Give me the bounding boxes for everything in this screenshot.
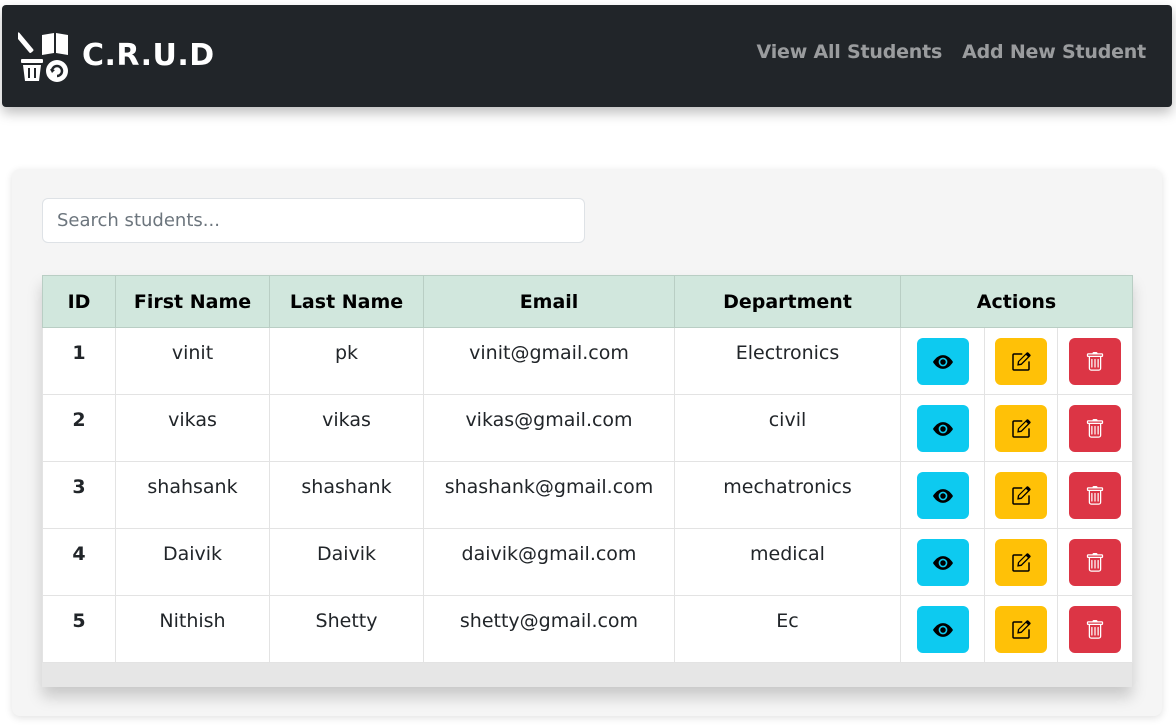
trash-icon (1086, 485, 1104, 505)
cell-delete-action (1056, 461, 1134, 529)
trash-icon (1086, 418, 1104, 438)
cell-delete-action (1056, 595, 1134, 663)
cell-department: Ec (674, 595, 901, 663)
edit-button[interactable] (995, 472, 1047, 519)
delete-button[interactable] (1069, 472, 1121, 519)
edit-button[interactable] (995, 539, 1047, 586)
cell-department: mechatronics (674, 461, 901, 529)
edit-button[interactable] (995, 338, 1047, 385)
trash-icon (1086, 619, 1104, 639)
header-id: ID (42, 275, 116, 328)
cell-last-name: Shetty (269, 595, 424, 663)
trash-icon (1086, 552, 1104, 572)
cell-id: 4 (42, 528, 116, 596)
cell-email: shetty@gmail.com (423, 595, 675, 663)
crud-logo-icon (18, 32, 68, 82)
eye-icon (932, 488, 953, 503)
cell-delete-action (1056, 327, 1134, 395)
cell-edit-action (984, 528, 1058, 596)
view-button[interactable] (916, 539, 969, 586)
cell-delete-action (1056, 528, 1134, 596)
table-row: 3 shahsank shashank shashank@gmail.com m… (42, 461, 1134, 529)
students-card: ID First Name Last Name Email Department… (12, 169, 1162, 716)
delete-button[interactable] (1069, 606, 1121, 653)
pencil-square-icon (1012, 351, 1031, 371)
cell-edit-action (984, 461, 1058, 529)
students-table: ID First Name Last Name Email Department… (42, 275, 1134, 663)
cell-id: 3 (42, 461, 116, 529)
header-actions: Actions (899, 275, 1134, 328)
view-button[interactable] (916, 405, 969, 452)
edit-button[interactable] (995, 405, 1047, 452)
edit-button[interactable] (995, 606, 1047, 653)
table-header-row: ID First Name Last Name Email Department… (42, 275, 1134, 328)
cell-first-name: vikas (115, 394, 270, 462)
view-button[interactable] (916, 606, 969, 653)
cell-first-name: Nithish (115, 595, 270, 663)
cell-view-action (900, 394, 985, 462)
trash-icon (1086, 351, 1104, 371)
table-row: 5 Nithish Shetty shetty@gmail.com Ec (42, 595, 1134, 663)
cell-first-name: shahsank (115, 461, 270, 529)
eye-icon (932, 555, 953, 570)
cell-edit-action (984, 595, 1058, 663)
cell-id: 1 (42, 327, 116, 395)
nav-links: View All Students Add New Student (757, 41, 1147, 63)
delete-button[interactable] (1069, 405, 1121, 452)
pencil-square-icon (1012, 418, 1031, 438)
cell-email: vikas@gmail.com (423, 394, 675, 462)
nav-link-view-all[interactable]: View All Students (757, 41, 943, 63)
table-row: 1 vinit pk vinit@gmail.com Electronics (42, 327, 1134, 395)
cell-view-action (900, 528, 985, 596)
eye-icon (932, 421, 953, 436)
cell-delete-action (1056, 394, 1134, 462)
table-row: 4 Daivik Daivik daivik@gmail.com medical (42, 528, 1134, 596)
header-first-name: First Name (115, 275, 270, 328)
cell-edit-action (984, 327, 1058, 395)
pencil-square-icon (1012, 552, 1031, 572)
cell-last-name: shashank (269, 461, 424, 529)
brand[interactable]: C.R.U.D (18, 29, 215, 83)
search-input[interactable] (42, 198, 585, 243)
pencil-square-icon (1012, 619, 1031, 639)
view-button[interactable] (916, 338, 969, 385)
cell-last-name: vikas (269, 394, 424, 462)
cell-email: shashank@gmail.com (423, 461, 675, 529)
pencil-square-icon (1012, 485, 1031, 505)
delete-button[interactable] (1069, 539, 1121, 586)
table-row: 2 vikas vikas vikas@gmail.com civil (42, 394, 1134, 462)
cell-email: vinit@gmail.com (423, 327, 675, 395)
nav-link-add-new[interactable]: Add New Student (962, 41, 1146, 63)
cell-view-action (900, 461, 985, 529)
cell-edit-action (984, 394, 1058, 462)
cell-department: civil (674, 394, 901, 462)
eye-icon (932, 354, 953, 369)
cell-first-name: vinit (115, 327, 270, 395)
cell-department: medical (674, 528, 901, 596)
students-table-wrapper: ID First Name Last Name Email Department… (42, 275, 1134, 687)
eye-icon (932, 622, 953, 637)
cell-first-name: Daivik (115, 528, 270, 596)
header-email: Email (423, 275, 675, 328)
cell-last-name: Daivik (269, 528, 424, 596)
cell-view-action (900, 327, 985, 395)
header-last-name: Last Name (269, 275, 424, 328)
table-body: 1 vinit pk vinit@gmail.com Electronics 2… (42, 327, 1134, 663)
cell-id: 2 (42, 394, 116, 462)
delete-button[interactable] (1069, 338, 1121, 385)
cell-last-name: pk (269, 327, 424, 395)
cell-department: Electronics (674, 327, 901, 395)
view-button[interactable] (916, 472, 969, 519)
cell-view-action (900, 595, 985, 663)
navbar: C.R.U.D View All Students Add New Studen… (2, 5, 1172, 107)
header-department: Department (674, 275, 901, 328)
cell-id: 5 (42, 595, 116, 663)
brand-title: C.R.U.D (82, 38, 215, 73)
cell-email: daivik@gmail.com (423, 528, 675, 596)
